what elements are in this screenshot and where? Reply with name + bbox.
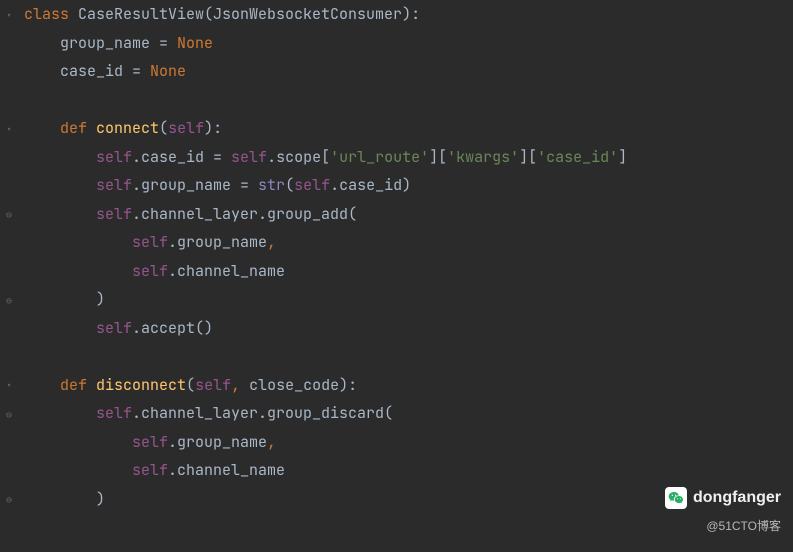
- fold-icon[interactable]: ▾: [4, 381, 14, 391]
- code-line[interactable]: [24, 342, 627, 371]
- fold-icon[interactable]: ▾: [4, 10, 14, 20]
- code-line[interactable]: ): [24, 285, 627, 314]
- code-line[interactable]: self.channel_name: [24, 257, 627, 286]
- code-line[interactable]: def disconnect(self, close_code):: [24, 371, 627, 400]
- fold-icon[interactable]: ⊖: [4, 295, 14, 305]
- code-line[interactable]: case_id = None: [24, 57, 627, 86]
- code-area[interactable]: class CaseResultView(JsonWebsocketConsum…: [20, 0, 627, 552]
- code-line[interactable]: group_name = None: [24, 29, 627, 58]
- code-line[interactable]: self.channel_layer.group_discard(: [24, 399, 627, 428]
- editor-gutter: ▾ ▾ ⊖ ⊖ ▾ ⊖ ⊖: [0, 0, 20, 552]
- code-line[interactable]: ): [24, 485, 627, 514]
- code-line[interactable]: self.channel_name: [24, 456, 627, 485]
- code-line[interactable]: [24, 86, 627, 115]
- fold-icon[interactable]: ⊖: [4, 210, 14, 220]
- code-line[interactable]: self.group_name = str(self.case_id): [24, 171, 627, 200]
- fold-icon[interactable]: ▾: [4, 124, 14, 134]
- code-line[interactable]: self.accept(): [24, 314, 627, 343]
- code-line[interactable]: self.group_name,: [24, 228, 627, 257]
- code-line[interactable]: self.case_id = self.scope['url_route']['…: [24, 143, 627, 172]
- fold-icon[interactable]: ⊖: [4, 495, 14, 505]
- code-line[interactable]: def connect(self):: [24, 114, 627, 143]
- code-line[interactable]: class CaseResultView(JsonWebsocketConsum…: [24, 0, 627, 29]
- code-line[interactable]: self.channel_layer.group_add(: [24, 200, 627, 229]
- fold-icon[interactable]: ⊖: [4, 409, 14, 419]
- code-editor[interactable]: ▾ ▾ ⊖ ⊖ ▾ ⊖ ⊖ class CaseResultView(JsonWebsock…: [0, 0, 793, 552]
- code-line[interactable]: self.group_name,: [24, 428, 627, 457]
